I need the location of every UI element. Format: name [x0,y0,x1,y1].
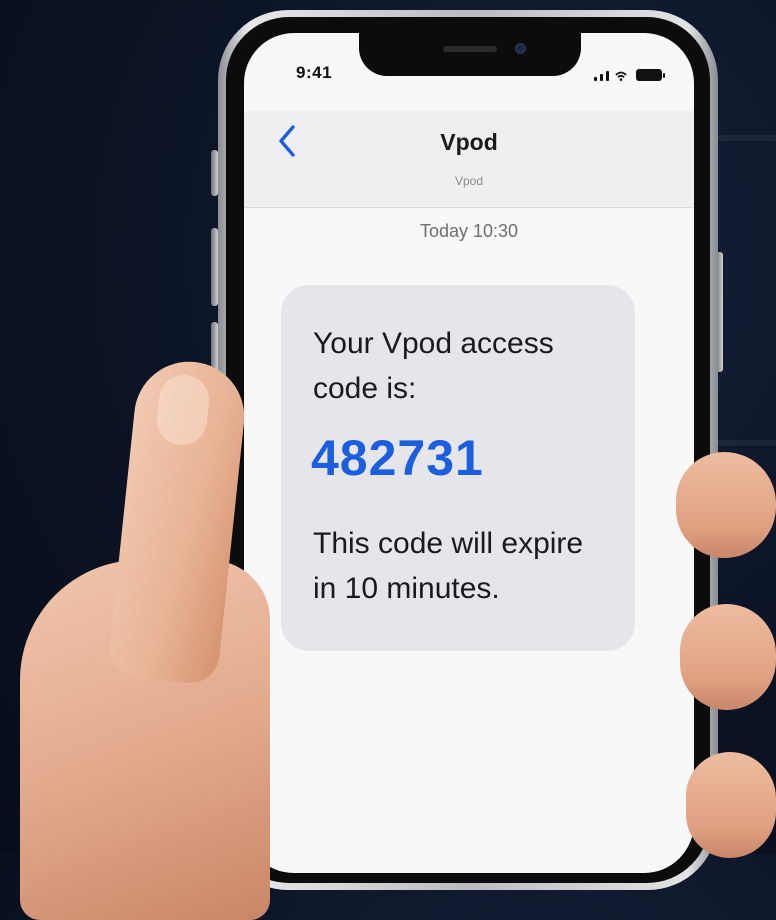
message-bubble[interactable]: Your Vpod access code is: 482731 This co… [281,285,635,651]
message-text-line: in 10 minutes. [313,572,500,605]
signal-bar [600,74,603,81]
finger [680,604,776,710]
message-text-line: This code will expire [313,527,584,560]
message-text-line: Your Vpod access [313,327,554,360]
access-code[interactable]: 482731 [311,429,484,487]
earpiece-speaker [443,46,497,52]
message-timestamp: Today 10:30 [419,221,519,241]
signal-bar [606,71,609,81]
contact-subtitle: Vpod [454,174,484,188]
notch [359,33,581,76]
mute-switch [211,150,218,196]
status-time: 9:41 [296,63,333,82]
conversation-header: Vpod Vpod [244,111,694,208]
wifi-icon [615,71,627,81]
status-icons [594,65,665,81]
finger [676,452,776,558]
contact-name[interactable]: Vpod [244,129,694,156]
signal-bar [594,77,597,81]
front-camera [515,43,526,54]
finger [686,752,776,858]
message-text-line: code is: [313,372,417,405]
phone-screen: 9:41 Vpod Vpod Today 10:30 Your Vpod acc… [244,33,694,873]
battery-icon [636,69,665,81]
volume-up-button [211,228,218,306]
